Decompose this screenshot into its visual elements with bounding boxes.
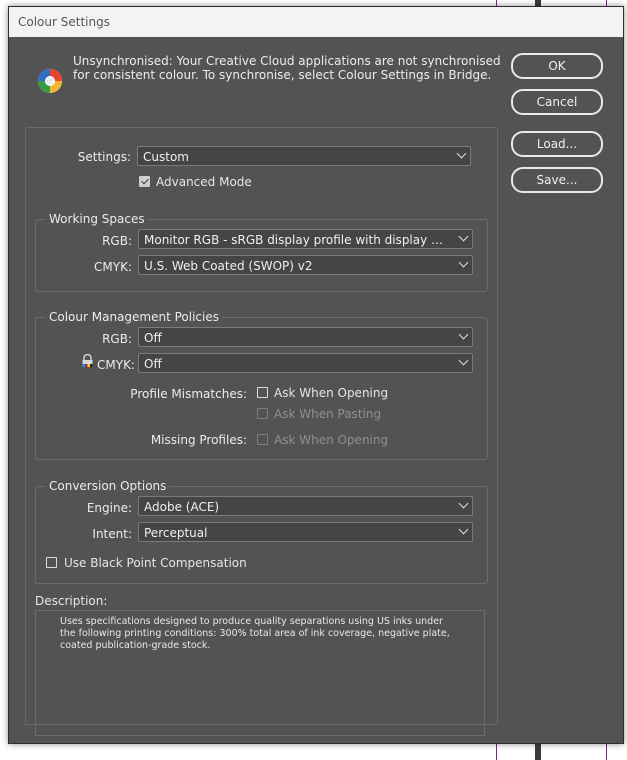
description-box: Uses specifications designed to produce … — [35, 610, 485, 736]
missing-ask-when-opening-label: Ask When Opening — [274, 433, 389, 447]
ask-when-opening-checkbox[interactable] — [257, 387, 268, 398]
pol-cmyk-select[interactable]: Off — [138, 353, 473, 373]
colour-settings-dialog: Colour Settings Unsynchronised: Your Cre… — [8, 6, 624, 744]
description-text: Uses specifications designed to produce … — [60, 616, 450, 651]
intent-label: Intent: — [92, 527, 132, 541]
pol-rgb-select[interactable]: Off — [138, 327, 473, 347]
settings-label: Settings: — [77, 150, 131, 164]
profile-mismatches-label: Profile Mismatches: — [130, 387, 247, 401]
intent-select[interactable]: Perceptual — [138, 522, 473, 542]
ws-cmyk-value: U.S. Web Coated (SWOP) v2 — [144, 259, 313, 273]
chevron-down-icon — [456, 148, 467, 159]
pol-cmyk-label: CMYK: — [97, 358, 135, 372]
ws-rgb-value: Monitor RGB - sRGB display profile with … — [144, 233, 444, 247]
ws-cmyk-label: CMYK: — [94, 260, 132, 274]
chevron-down-icon — [458, 355, 469, 366]
window-title: Colour Settings — [18, 15, 110, 29]
ws-rgb-label: RGB: — [102, 234, 132, 248]
ok-button[interactable]: OK — [511, 53, 603, 79]
advanced-mode-checkbox[interactable] — [139, 176, 150, 187]
engine-value: Adobe (ACE) — [144, 500, 220, 514]
title-bar[interactable]: Colour Settings — [9, 7, 623, 37]
ask-when-pasting-checkbox — [257, 408, 268, 419]
settings-value: Custom — [143, 150, 189, 164]
conversion-title: Conversion Options — [46, 479, 170, 493]
chevron-down-icon — [458, 231, 469, 242]
ws-rgb-select[interactable]: Monitor RGB - sRGB display profile with … — [138, 229, 473, 249]
settings-select[interactable]: Custom — [137, 146, 471, 166]
description-label: Description: — [35, 594, 108, 608]
pol-rgb-value: Off — [144, 331, 162, 345]
chevron-down-icon — [458, 329, 469, 340]
pol-cmyk-value: Off — [144, 357, 162, 371]
cancel-button[interactable]: Cancel — [511, 89, 603, 115]
intent-value: Perceptual — [144, 526, 208, 540]
missing-profiles-label: Missing Profiles: — [150, 433, 247, 447]
chevron-down-icon — [458, 257, 469, 268]
engine-select[interactable]: Adobe (ACE) — [138, 496, 473, 516]
chevron-down-icon — [458, 524, 469, 535]
lock-icon — [82, 354, 93, 367]
black-point-label: Use Black Point Compensation — [64, 556, 247, 570]
ask-when-pasting-label: Ask When Pasting — [274, 407, 382, 421]
load-button[interactable]: Load... — [511, 131, 603, 157]
pol-rgb-label: RGB: — [102, 332, 132, 346]
save-button[interactable]: Save... — [511, 167, 603, 193]
sync-message: Unsynchronised: Your Creative Cloud appl… — [73, 54, 501, 82]
engine-label: Engine: — [86, 501, 132, 515]
policies-title: Colour Management Policies — [46, 310, 222, 324]
ask-when-opening-label: Ask When Opening — [274, 386, 389, 400]
advanced-mode-label: Advanced Mode — [156, 175, 252, 189]
chevron-down-icon — [458, 498, 469, 509]
working-spaces-title: Working Spaces — [46, 212, 148, 226]
ws-cmyk-select[interactable]: U.S. Web Coated (SWOP) v2 — [138, 255, 473, 275]
missing-ask-when-opening-checkbox — [257, 434, 268, 445]
colour-wheel-icon — [38, 69, 62, 93]
black-point-checkbox[interactable] — [46, 557, 57, 568]
